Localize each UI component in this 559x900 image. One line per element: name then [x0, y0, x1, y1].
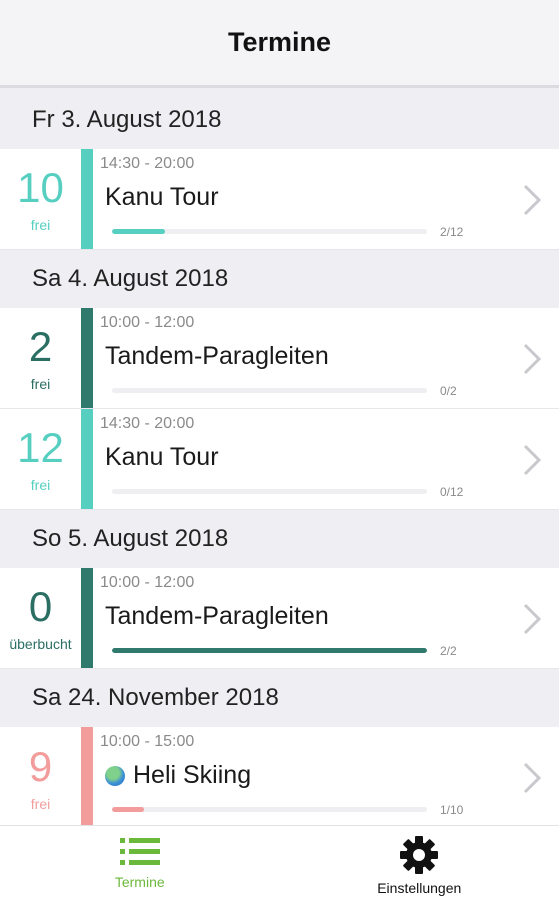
- globe-icon: [105, 765, 125, 786]
- date-section-header: So 5. August 2018: [0, 510, 559, 568]
- gear-icon: [400, 836, 439, 874]
- event-time: 10:00 - 12:00: [100, 314, 195, 331]
- event-title: Heli Skiing: [133, 761, 252, 789]
- booking-ratio: 0/2: [440, 384, 457, 398]
- booking-ratio: 0/12: [440, 485, 464, 499]
- event-list[interactable]: Fr 3. August 2018 10 frei 14:30 - 20:00 …: [0, 91, 559, 825]
- availability-label: überbucht: [9, 636, 72, 652]
- event-title: Tandem-Paragleiten: [105, 342, 329, 370]
- event-color-stripe: [81, 149, 93, 249]
- chevron-right-icon: [523, 762, 542, 794]
- event-title-row: Kanu Tour: [105, 443, 219, 472]
- event-time: 14:30 - 20:00: [100, 415, 195, 432]
- tab-termine[interactable]: Termine: [0, 826, 280, 900]
- availability-label: frei: [30, 217, 51, 233]
- chevron-right-icon: [523, 444, 542, 476]
- event-color-stripe: [81, 409, 93, 509]
- chevron-right-icon: [523, 343, 542, 375]
- booking-progress-bar: [112, 229, 427, 234]
- date-section-header: Sa 24. November 2018: [0, 669, 559, 727]
- available-count: 9: [28, 742, 53, 790]
- booking-ratio: 1/10: [440, 803, 464, 817]
- availability: 0 überbucht: [0, 568, 81, 668]
- event-row[interactable]: 2 frei 10:00 - 12:00 Tandem-Paragleiten …: [0, 308, 559, 409]
- event-time: 14:30 - 20:00: [100, 155, 195, 172]
- booking-progress-bar: [112, 388, 427, 393]
- event-color-stripe: [81, 308, 93, 408]
- tab-label: Termine: [114, 874, 165, 890]
- booking-progress-fill: [112, 648, 427, 653]
- event-time: 10:00 - 12:00: [100, 574, 195, 591]
- event-title-row: Kanu Tour: [105, 183, 219, 212]
- booking-progress-fill: [112, 807, 144, 812]
- event-color-stripe: [81, 568, 93, 668]
- availability: 9 frei: [0, 727, 81, 825]
- event-title: Kanu Tour: [105, 183, 219, 211]
- event-title-row: Heli Skiing: [105, 761, 251, 790]
- booking-progress-bar: [112, 807, 427, 812]
- available-count: 2: [28, 323, 53, 370]
- event-title: Kanu Tour: [105, 443, 219, 471]
- booking-progress-bar: [112, 648, 427, 653]
- availability: 2 frei: [0, 308, 81, 408]
- event-row[interactable]: 0 überbucht 10:00 - 12:00 Tandem-Paragle…: [0, 568, 559, 669]
- available-count: 12: [17, 424, 64, 471]
- booking-progress-fill: [112, 229, 165, 234]
- page-title: Termine: [227, 27, 332, 57]
- event-title-row: Tandem-Paragleiten: [105, 602, 329, 631]
- tab-bar: Termine Einstellungen: [0, 825, 559, 900]
- booking-ratio: 2/12: [440, 225, 464, 239]
- event-title: Tandem-Paragleiten: [105, 602, 329, 630]
- availability-label: frei: [30, 376, 51, 392]
- booking-ratio: 2/2: [440, 644, 457, 658]
- event-color-stripe: [81, 727, 93, 825]
- chevron-right-icon: [523, 603, 542, 635]
- list-icon: [119, 838, 160, 865]
- availability-label: frei: [30, 795, 51, 812]
- event-row[interactable]: 10 frei 14:30 - 20:00 Kanu Tour 2/12: [0, 149, 559, 250]
- booking-progress-bar: [112, 489, 427, 494]
- chevron-right-icon: [523, 184, 542, 216]
- date-section-header: Sa 4. August 2018: [0, 250, 559, 308]
- available-count: 0: [28, 583, 53, 630]
- event-title-row: Tandem-Paragleiten: [105, 342, 329, 371]
- event-row[interactable]: 12 frei 14:30 - 20:00 Kanu Tour 0/12: [0, 409, 559, 510]
- availability: 12 frei: [0, 409, 81, 509]
- event-time: 10:00 - 15:00: [100, 733, 195, 750]
- availability-label: frei: [30, 477, 51, 493]
- event-row[interactable]: 9 frei 10:00 - 15:00 Heli Skiing 1/10: [0, 727, 559, 825]
- tab-einstellungen[interactable]: Einstellungen: [280, 826, 559, 900]
- available-count: 10: [17, 164, 64, 211]
- tab-label: Einstellungen: [377, 880, 462, 896]
- date-section-header: Fr 3. August 2018: [0, 91, 559, 149]
- nav-header: Termine: [0, 0, 559, 88]
- availability: 10 frei: [0, 149, 81, 249]
